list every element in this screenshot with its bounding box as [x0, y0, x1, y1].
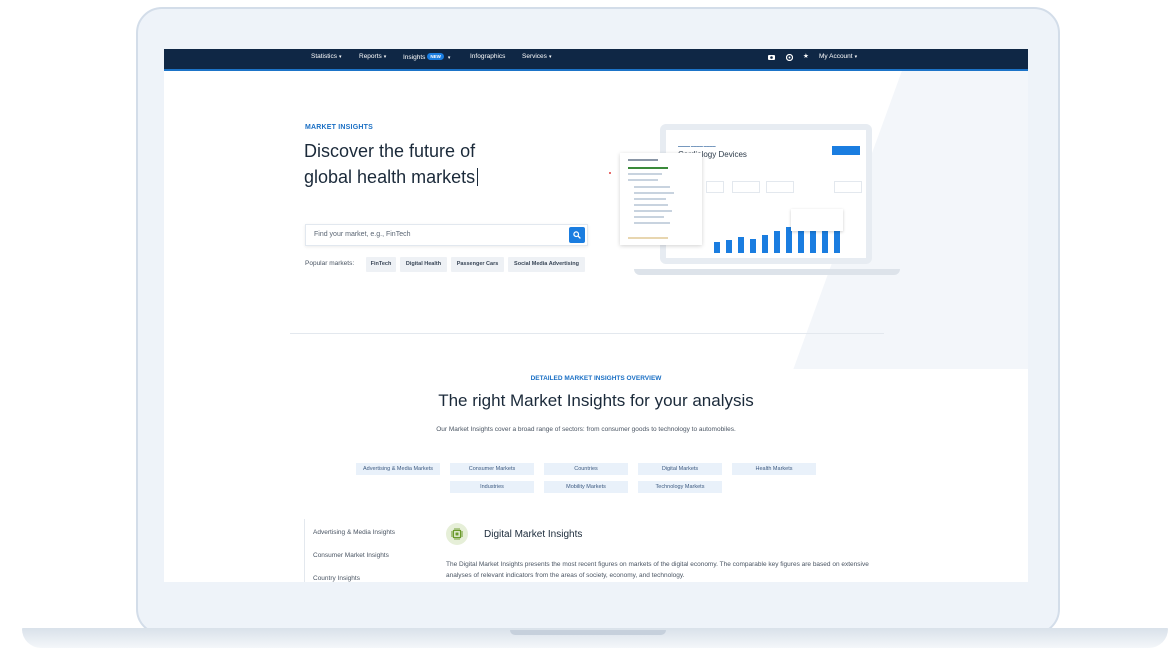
nav-insights-label: Insights — [403, 54, 426, 61]
laptop-notch — [510, 630, 666, 635]
section-eyebrow: DETAILED MARKET INSIGHTS OVERVIEW — [530, 375, 662, 382]
hero-title: Discover the future of global health mar… — [304, 138, 564, 190]
mockup-line — [634, 222, 670, 224]
nav-my-account[interactable]: My Account ▾ — [819, 53, 857, 60]
chevron-down-icon: ▾ — [383, 54, 387, 60]
mockup-bar — [726, 240, 732, 253]
digital-insights-title: Digital Market Insights — [484, 529, 583, 540]
sidebar-item-advertising-media[interactable]: Advertising & Media Insights — [313, 529, 395, 536]
mockup-laptop-base — [634, 269, 900, 275]
nav-services-label: Services — [522, 53, 547, 60]
browser-screen: Statistics ▾ Reports ▾ Insights NEW ▾ Infogr… — [164, 49, 1028, 582]
category-countries[interactable]: Countries — [544, 463, 628, 475]
product-mockup-illustration: ▬▬▬▬ ▬▬▬▬ ▬▬▬▬ Cardiology Devices — [620, 119, 900, 279]
nav-services[interactable]: Services ▾ — [522, 53, 551, 60]
chip-icon — [446, 523, 468, 545]
top-navigation: Statistics ▾ Reports ▾ Insights NEW ▾ Infogr… — [164, 49, 1028, 71]
mockup-line — [628, 167, 668, 169]
mockup-line — [634, 210, 672, 212]
nav-statistics[interactable]: Statistics ▾ — [311, 53, 342, 60]
mockup-button — [832, 146, 860, 155]
chevron-down-icon: ▾ — [854, 54, 858, 60]
mockup-breadcrumb: ▬▬▬▬ ▬▬▬▬ ▬▬▬▬ — [678, 144, 716, 148]
hero-title-line2-text: global health markets — [304, 167, 476, 187]
mockup-tooltip — [791, 209, 843, 231]
section-divider — [290, 333, 884, 334]
nav-statistics-label: Statistics — [311, 53, 338, 60]
section-title: The right Market Insights for your analy… — [438, 391, 754, 410]
camera-icon[interactable] — [768, 54, 775, 62]
mockup-line — [634, 198, 666, 200]
globe-icon[interactable] — [785, 53, 794, 63]
decorative-dot — [609, 172, 611, 174]
mockup-bar — [738, 237, 744, 253]
popular-chip-social-media-advertising[interactable]: Social Media Advertising — [508, 257, 585, 272]
popular-chip-digital-health[interactable]: Digital Health — [400, 257, 447, 272]
digital-insights-description: The Digital Market Insights presents the… — [446, 561, 869, 579]
hero-title-line2: global health markets — [304, 164, 564, 190]
mockup-bar — [762, 235, 768, 253]
category-consumer-markets[interactable]: Consumer Markets — [450, 463, 534, 475]
mockup-line — [634, 186, 670, 188]
mockup-filter — [766, 181, 794, 193]
mockup-line — [628, 179, 658, 181]
mockup-bar — [774, 231, 780, 253]
sidebar-item-consumer-market[interactable]: Consumer Market Insights — [313, 552, 389, 559]
category-digital-markets[interactable]: Digital Markets — [638, 463, 722, 475]
market-search-box[interactable]: Find your market, e.g., FinTech — [305, 224, 588, 246]
mockup-line — [634, 204, 668, 206]
hero-eyebrow: MARKET INSIGHTS — [305, 124, 373, 131]
chevron-down-icon: ▾ — [339, 54, 342, 60]
section-description: Our Market Insights cover a broad range … — [436, 426, 736, 433]
search-input[interactable]: Find your market, e.g., FinTech — [314, 231, 410, 238]
mockup-line — [628, 159, 658, 161]
popular-chip-passenger-cars[interactable]: Passenger Cars — [451, 257, 504, 272]
mockup-filter — [732, 181, 760, 193]
mockup-bar — [714, 242, 720, 253]
category-mobility-markets[interactable]: Mobility Markets — [544, 481, 628, 493]
mockup-line — [628, 237, 668, 239]
mockup-filter — [706, 181, 724, 193]
category-industries[interactable]: Industries — [450, 481, 534, 493]
nav-infographics[interactable]: Infographics — [470, 53, 505, 60]
sidebar-item-country[interactable]: Country Insights — [313, 575, 360, 582]
mockup-line — [628, 173, 662, 175]
mockup-sidebar-panel — [620, 153, 702, 245]
mockup-line — [634, 192, 674, 194]
search-button[interactable] — [569, 227, 585, 243]
new-badge: NEW — [427, 53, 444, 60]
mockup-filter — [834, 181, 862, 193]
popular-markets-label: Popular markets: — [305, 260, 355, 267]
popular-chip-fintech[interactable]: FinTech — [366, 257, 396, 272]
category-health-markets[interactable]: Health Markets — [732, 463, 816, 475]
nav-reports[interactable]: Reports ▾ — [359, 53, 386, 60]
nav-account-label: My Account — [819, 53, 853, 60]
search-icon — [573, 231, 581, 239]
text-cursor — [477, 168, 479, 186]
nav-insights[interactable]: Insights NEW ▾ — [403, 53, 450, 61]
category-technology-markets[interactable]: Technology Markets — [638, 481, 722, 493]
sidebar-border — [304, 519, 305, 582]
mockup-bar — [750, 239, 756, 253]
mockup-line — [634, 216, 664, 218]
hero-title-line1: Discover the future of — [304, 141, 476, 161]
nav-reports-label: Reports — [359, 53, 382, 60]
category-advertising-media-markets[interactable]: Advertising & Media Markets — [356, 463, 440, 475]
star-icon[interactable]: ★ — [803, 52, 809, 60]
chevron-down-icon: ▾ — [447, 55, 451, 61]
chevron-down-icon: ▾ — [548, 54, 552, 60]
